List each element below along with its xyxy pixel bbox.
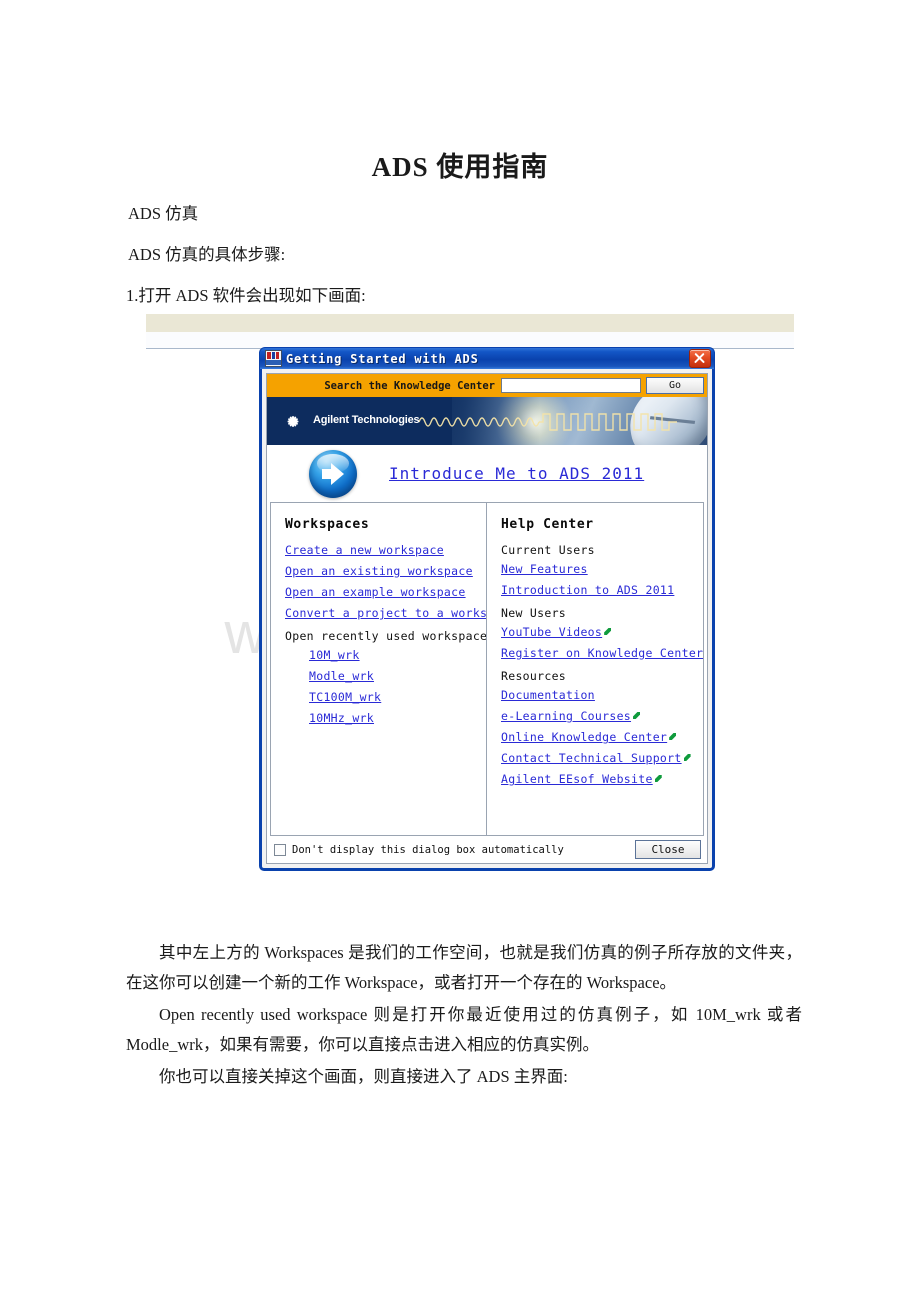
introduce-me-row: Introduce Me to ADS 2011	[267, 445, 707, 502]
link-register-knowledge-center[interactable]: Register on Knowledge Center	[501, 646, 703, 660]
search-input[interactable]	[501, 378, 641, 393]
paragraph-3: 你也可以直接关掉这个画面，则直接进入了 ADS 主界面:	[159, 1067, 568, 1086]
workspaces-panel: Workspaces Create a new workspace Open a…	[271, 503, 487, 835]
doc-line-1: ADS 仿真	[128, 204, 199, 223]
agilent-brand-text: Agilent Technologies	[313, 414, 420, 426]
external-link-icon	[669, 733, 677, 740]
link-documentation[interactable]: Documentation	[501, 688, 595, 702]
dialog-titlebar[interactable]: Getting Started with ADS	[259, 347, 715, 369]
recent-workspace-item[interactable]: Modle_wrk	[309, 669, 374, 683]
close-icon[interactable]	[689, 349, 711, 368]
dialog-title: Getting Started with ADS	[286, 351, 479, 366]
external-link-icon	[683, 754, 691, 761]
waveform-graphic	[419, 413, 677, 431]
external-link-icon	[604, 628, 612, 635]
blue-arrow-circle-icon[interactable]	[309, 449, 357, 498]
link-agilent-eesof-website[interactable]: Agilent EEsof Website	[501, 772, 662, 786]
link-online-knowledge-center[interactable]: Online Knowledge Center	[501, 730, 677, 744]
page-title: ADS 使用指南	[371, 152, 549, 182]
recent-workspace-item[interactable]: 10M_wrk	[309, 648, 360, 662]
help-center-heading: Help Center	[501, 517, 594, 532]
paragraph-1: 其中左上方的 Workspaces 是我们的工作空间，也就是我们仿真的例子所存放…	[126, 943, 802, 992]
link-open-example-workspace[interactable]: Open an example workspace	[285, 585, 466, 599]
link-create-new-workspace[interactable]: Create a new workspace	[285, 543, 444, 557]
dont-display-checkbox[interactable]	[274, 843, 286, 856]
ads-app-icon	[265, 350, 282, 367]
recent-workspace-item[interactable]: 10MHz_wrk	[309, 711, 374, 725]
link-contact-technical-support[interactable]: Contact Technical Support	[501, 751, 691, 765]
help-center-panel: Help Center Current Users New Features I…	[487, 503, 703, 835]
dialog-footer: Don't display this dialog box automatica…	[267, 836, 707, 863]
agilent-starburst-icon	[281, 410, 304, 433]
link-open-existing-workspace[interactable]: Open an existing workspace	[285, 564, 473, 578]
search-label: Search the Knowledge Center	[324, 379, 495, 392]
workspaces-heading: Workspaces	[285, 517, 370, 532]
link-introduction-ads-2011[interactable]: Introduction to ADS 2011	[501, 583, 674, 597]
doc-line-2: ADS 仿真的具体步骤:	[128, 245, 286, 264]
search-go-button[interactable]: Go	[646, 377, 704, 394]
dont-display-label: Don't display this dialog box automatica…	[292, 843, 564, 856]
introduce-me-link[interactable]: Introduce Me to ADS 2011	[389, 464, 644, 483]
link-new-features[interactable]: New Features	[501, 562, 588, 576]
external-link-icon	[633, 712, 641, 719]
agilent-banner: Agilent Technologies	[267, 397, 707, 445]
link-convert-project[interactable]: Convert a project to a workspace	[285, 606, 486, 620]
paragraph-2: Open recently used workspace 则是打开你最近使用过的…	[126, 1005, 802, 1054]
background-window-toolbar-strip	[146, 314, 794, 332]
knowledge-center-search-bar: Search the Knowledge Center Go	[267, 374, 707, 397]
external-link-icon	[654, 775, 662, 782]
link-youtube-videos[interactable]: YouTube Videos	[501, 625, 612, 639]
link-elearning-courses[interactable]: e-Learning Courses	[501, 709, 641, 723]
recent-workspaces-heading: Open recently used workspace	[285, 629, 487, 643]
group-label-current-users: Current Users	[501, 543, 595, 557]
doc-line-3: 1.打开 ADS 软件会出现如下画面:	[126, 286, 366, 305]
dialog-panels: Workspaces Create a new workspace Open a…	[270, 502, 704, 836]
group-label-resources: Resources	[501, 669, 567, 683]
close-button[interactable]: Close	[635, 840, 701, 859]
recent-workspace-item[interactable]: TC100M_wrk	[309, 690, 381, 704]
group-label-new-users: New Users	[501, 606, 567, 620]
dialog-body: Search the Knowledge Center Go Agilent T…	[266, 373, 708, 864]
getting-started-dialog: Getting Started with ADS Search the Know…	[259, 347, 715, 871]
